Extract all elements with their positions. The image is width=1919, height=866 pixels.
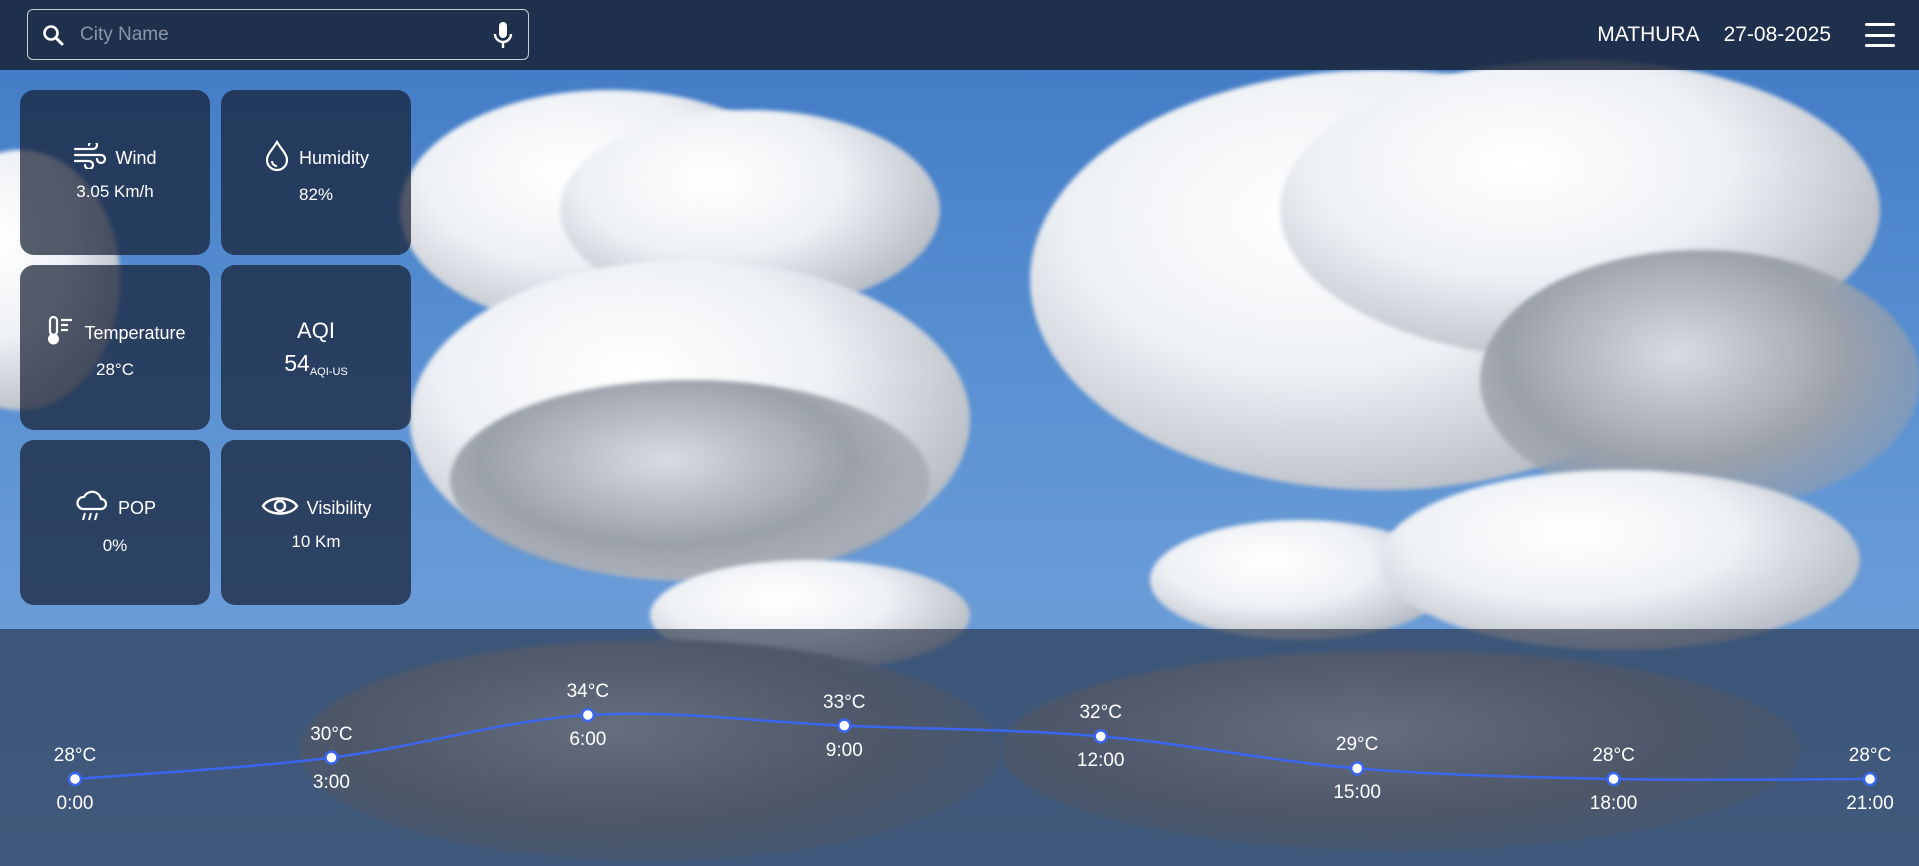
- rain-cloud-icon: [74, 489, 110, 528]
- temperature-value-label: 33°C: [823, 691, 866, 713]
- time-tick-label: 21:00: [1846, 793, 1894, 814]
- weather-cards: Wind 3.05 Km/h Humidity 82% Temperature …: [20, 90, 411, 605]
- eye-icon: [261, 493, 299, 524]
- microphone-icon[interactable]: [490, 21, 516, 48]
- water-drop-icon: [263, 139, 291, 177]
- time-tick-label: 12:00: [1076, 750, 1125, 772]
- temperature-value-label: 28°C: [1848, 745, 1892, 766]
- temperature-point[interactable]: [1349, 761, 1365, 776]
- aqi-card: AQI 54AQI-US: [221, 265, 411, 430]
- temperature-label: Temperature: [84, 323, 186, 343]
- wind-icon: [73, 139, 107, 174]
- humidity-card: Humidity 82%: [221, 90, 411, 255]
- temperature-value-label: 29°C: [1335, 734, 1379, 756]
- temperature-card: Temperature 28°C: [20, 265, 210, 430]
- temperature-value: 28°C: [96, 360, 134, 379]
- search-box[interactable]: [27, 9, 529, 60]
- pop-label: POP: [117, 498, 156, 518]
- aqi-unit: AQI-US: [309, 365, 348, 378]
- temperature-value-label: 30°C: [310, 723, 353, 745]
- wind-card: Wind 3.05 Km/h: [20, 90, 210, 255]
- search-icon[interactable]: [40, 22, 66, 48]
- temperature-point[interactable]: [837, 718, 852, 733]
- temperature-value-label: 32°C: [1079, 702, 1122, 724]
- temperature-value-label: 34°C: [566, 681, 610, 702]
- visibility-label: Visibility: [306, 498, 372, 518]
- humidity-label: Humidity: [298, 148, 369, 168]
- aqi-value: 54: [284, 349, 310, 376]
- wind-label: Wind: [115, 148, 157, 168]
- temperature-point[interactable]: [324, 750, 339, 765]
- pop-value: 0%: [102, 536, 128, 555]
- visibility-card: Visibility 10 Km: [221, 440, 411, 605]
- aqi-label: AQI: [297, 317, 335, 343]
- menu-icon[interactable]: [1865, 23, 1895, 47]
- city-search-input[interactable]: [80, 23, 490, 46]
- top-bar: MATHURA 27-08-2025: [0, 0, 1919, 70]
- aqi-value-row: 54AQI-US: [284, 350, 348, 378]
- hourly-forecast-panel: 28°C 0:00 30°C 3:00 34°C 6:00 33°C 9:00 32°C 12:0…: [0, 629, 1919, 866]
- time-tick-label: 18:00: [1589, 793, 1638, 814]
- time-tick-label: 6:00: [569, 729, 607, 750]
- pop-card: POP 0%: [20, 440, 210, 605]
- temperature-point[interactable]: [1862, 771, 1878, 787]
- temperature-point[interactable]: [1093, 729, 1108, 744]
- humidity-value: 82%: [298, 185, 334, 204]
- current-date: 27-08-2025: [1723, 23, 1831, 46]
- thermometer-icon: [44, 315, 76, 352]
- temperature-point[interactable]: [1606, 771, 1621, 787]
- temperature-value-label: 28°C: [53, 745, 97, 766]
- temperature-point[interactable]: [580, 707, 596, 723]
- time-tick-label: 0:00: [56, 793, 94, 814]
- temperature-value-label: 28°C: [1592, 745, 1635, 766]
- time-tick-label: 9:00: [825, 739, 863, 761]
- visibility-value: 10 Km: [291, 532, 341, 551]
- temperature-point[interactable]: [67, 771, 83, 787]
- time-tick-label: 3:00: [312, 771, 350, 793]
- wind-value: 3.05 Km/h: [76, 182, 154, 201]
- city-name: MATHURA: [1597, 23, 1700, 46]
- time-tick-label: 15:00: [1333, 782, 1381, 804]
